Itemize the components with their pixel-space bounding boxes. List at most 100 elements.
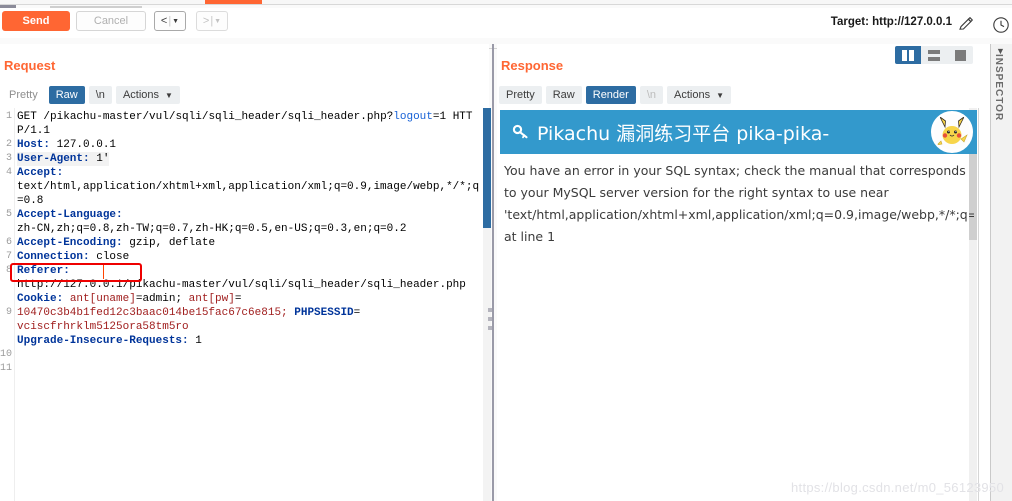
request-scrollbar-thumb[interactable]	[483, 108, 491, 228]
line-spacer	[0, 222, 13, 236]
request-line-numbers: 1 2 3 4 5 6 7 8 9 10 11	[0, 108, 13, 501]
tab-strip-divider	[0, 4, 1012, 5]
line-spacer	[0, 292, 13, 306]
header-value-connection: close	[89, 251, 130, 263]
text-caret	[103, 265, 104, 279]
request-editor[interactable]: 1 2 3 4 5 6 7 8 9 10 11 GET /pikachu-mas…	[0, 108, 489, 501]
history-forward-label: >	[202, 15, 210, 27]
header-name-connection: Connection:	[17, 251, 90, 263]
cookie-key-phpsessid: PHPSESSID	[294, 307, 354, 319]
sql-error-message: You have an error in your SQL syntax; ch…	[504, 163, 974, 244]
inspector-rail[interactable]: ▼ INSPECTOR	[990, 44, 1012, 501]
cookie-value-phpsessid: vciscfrhrklm5125ora58tm5ro	[17, 321, 189, 333]
inspector-label: INSPECTOR	[993, 54, 1004, 122]
history-back-button[interactable]: < | ▼	[154, 11, 186, 31]
cookie-key-pw: ant[pw]	[188, 293, 235, 305]
header-value-user-agent: 1'	[89, 153, 110, 165]
request-panel-title: Request	[4, 58, 56, 73]
pencil-icon[interactable]	[958, 16, 974, 32]
chevron-down-icon: ▼	[172, 17, 180, 25]
header-name-referer: Referer:	[17, 265, 70, 277]
cookie-eq-phpsessid: =	[353, 307, 361, 319]
tab-request-newline[interactable]: \n	[88, 86, 112, 104]
line-number: 9	[5, 307, 12, 318]
line-spacer	[0, 334, 13, 348]
cookie-value-uname: =admin;	[135, 293, 189, 305]
handle-dot	[487, 308, 492, 312]
header-name-cookie: Cookie:	[17, 293, 64, 305]
split-vertical-icon	[902, 49, 907, 61]
tab-response-raw[interactable]: Raw	[545, 86, 582, 104]
line-number: 4	[5, 167, 12, 178]
handle-dot	[487, 317, 492, 321]
header-user-agent-line[interactable]: User-Agent: 1'	[17, 152, 110, 166]
nav-separator: |	[168, 15, 172, 27]
history-back-label: <	[160, 15, 168, 27]
layout-split-vertical-button[interactable]	[895, 46, 921, 64]
tab-request-raw[interactable]: Raw	[48, 86, 85, 104]
line-number: 1	[5, 111, 12, 122]
pikachu-banner: Pikachu 漏洞练习平台 pika-pika-	[500, 110, 977, 154]
header-name-user-agent: User-Agent:	[17, 153, 90, 165]
request-actions-menu[interactable]: Actions ▼	[115, 86, 180, 104]
repeater-toolbar: Send Cancel < | ▼ > | ▼ Target: http://1…	[0, 8, 1012, 49]
header-value-upgrade-insecure: 1	[188, 335, 202, 347]
response-actions-menu[interactable]: Actions ▼	[667, 86, 732, 104]
handle-dot	[487, 326, 492, 330]
request-raw-text[interactable]: GET /pikachu-master/vul/sqli/sqli_header…	[17, 110, 485, 348]
burp-repeater-window: Send Cancel < | ▼ > | ▼ Target: http://1…	[0, 0, 1012, 501]
request-query-value: =1	[432, 111, 447, 123]
response-actions-label: Actions	[674, 89, 711, 101]
header-name-host: Host:	[17, 139, 51, 151]
watermark: https://blog.csdn.net/m0_56123950	[791, 480, 1004, 495]
tab-response-pretty[interactable]: Pretty	[499, 86, 542, 104]
panel-divider-handle[interactable]	[487, 308, 492, 330]
line-number: 7	[5, 251, 12, 262]
line-spacer	[0, 194, 13, 208]
request-method: GET	[17, 111, 37, 123]
layout-toggle-group	[895, 46, 973, 64]
single-pane-icon	[954, 49, 966, 61]
line-spacer	[0, 180, 13, 194]
line-spacer	[0, 320, 13, 334]
request-path: /pikachu-master/vul/sqli/sqli_header/sql…	[43, 111, 394, 123]
header-value-accept-language: zh-CN,zh;q=0.8,zh-TW;q=0.7,zh-HK;q=0.5,e…	[17, 223, 407, 235]
cookie-eq-pw: =	[234, 293, 242, 305]
header-value-host: 127.0.0.1	[50, 139, 117, 151]
header-value-accept-encoding: gzip, deflate	[122, 237, 216, 249]
line-number: 3	[5, 153, 12, 164]
nav-separator: |	[210, 15, 214, 27]
cookie-value-pw: 10470c3b4b1fed12c3baac014be15fac67c6e815…	[17, 307, 295, 319]
cookie-key-uname: ant[uname]	[63, 293, 136, 305]
layout-single-pane-button[interactable]	[947, 46, 973, 64]
tab-response-newline[interactable]: \n	[639, 86, 664, 104]
response-view-tabs: Pretty Raw Render \n Actions ▼	[499, 86, 732, 104]
line-number: 5	[5, 209, 12, 220]
cancel-button[interactable]: Cancel	[76, 11, 146, 31]
clock-icon[interactable]	[992, 16, 1010, 34]
history-forward-button[interactable]: > | ▼	[196, 11, 228, 31]
layout-split-horizontal-button[interactable]	[921, 46, 947, 64]
tab-response-render[interactable]: Render	[585, 86, 636, 104]
chevron-down-icon: ▼	[165, 90, 173, 100]
request-view-tabs: Pretty Raw \n Actions ▼	[2, 86, 180, 104]
tab-strip	[0, 0, 1012, 8]
header-value-accept: text/html,application/xhtml+xml,applicat…	[17, 181, 480, 207]
header-name-accept-language: Accept-Language:	[17, 209, 123, 221]
target-label: Target: http://127.0.0.1	[830, 16, 952, 28]
send-button[interactable]: Send	[2, 11, 70, 31]
line-spacer	[0, 124, 13, 138]
request-actions-label: Actions	[122, 89, 160, 101]
request-scrollbar[interactable]	[483, 108, 491, 501]
header-value-referer: http://127.0.0.1/pikachu-master/vul/sqli…	[17, 279, 466, 291]
response-render-area: Pikachu 漏洞练习平台 pika-pika- You have an er…	[500, 108, 979, 501]
line-number: 8	[5, 265, 12, 276]
gutter-divider	[14, 108, 15, 501]
request-query-param: logout	[393, 111, 433, 123]
chevron-down-icon: ▼	[214, 17, 222, 25]
response-panel-title: Response	[501, 58, 564, 73]
split-vertical-icon-b	[909, 49, 914, 61]
tab-request-pretty[interactable]: Pretty	[2, 86, 45, 104]
panel-divider[interactable]	[492, 44, 494, 501]
header-name-upgrade-insecure: Upgrade-Insecure-Requests:	[17, 335, 189, 347]
